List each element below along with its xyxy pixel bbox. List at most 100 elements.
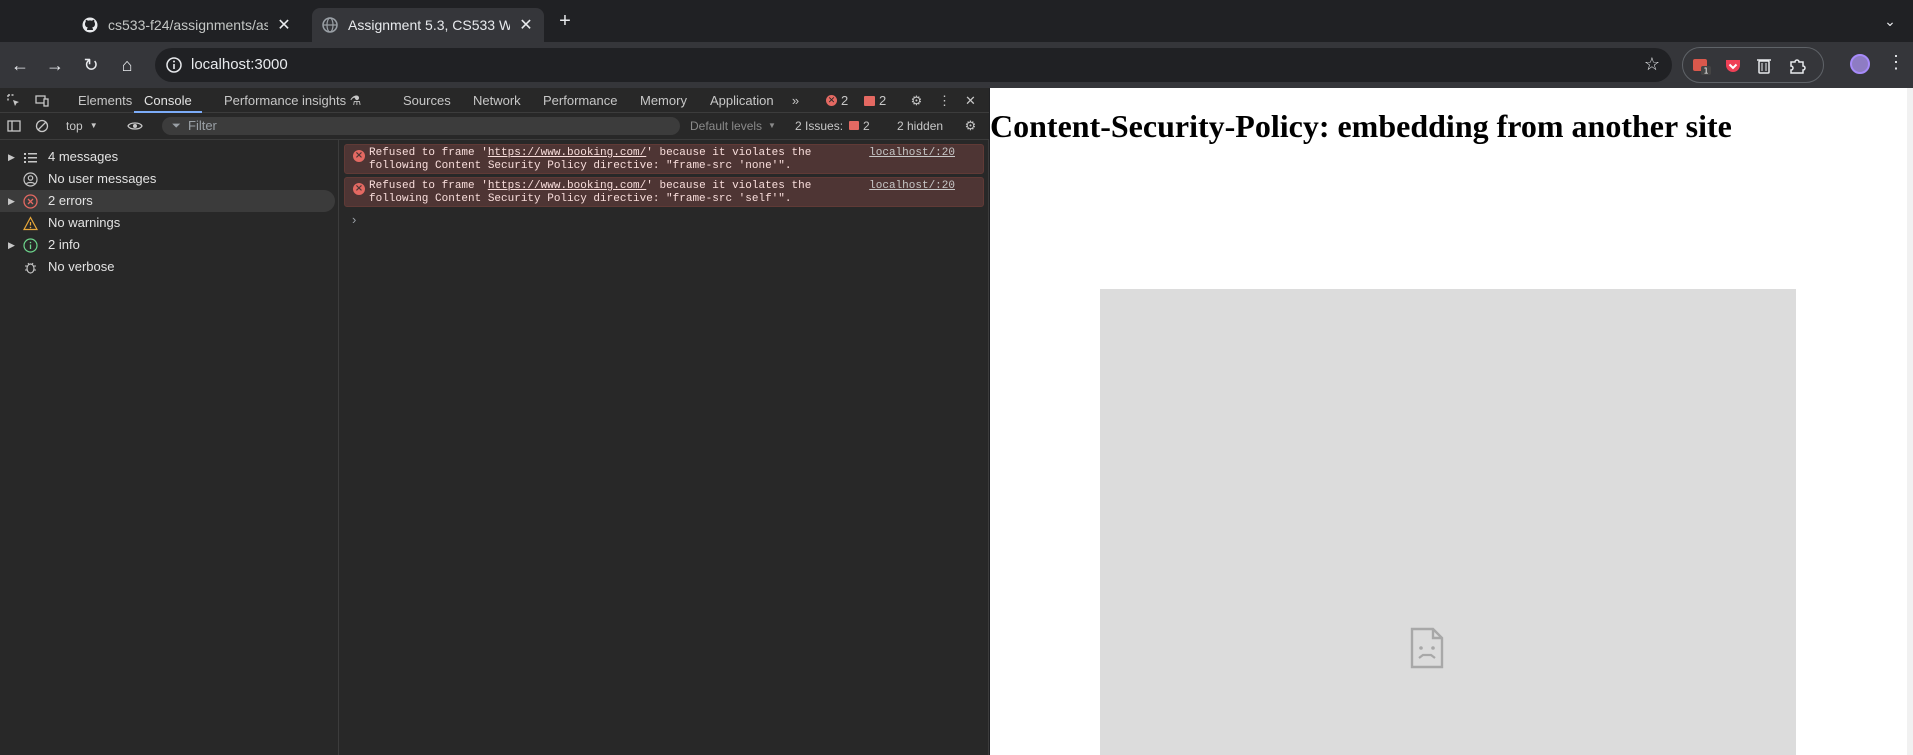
reload-icon[interactable]: ↻ <box>78 52 104 78</box>
github-icon <box>82 17 98 33</box>
settings-gear-icon[interactable]: ⚙ <box>908 92 925 109</box>
browser-toolbar: ← → ↻ ⌂ localhost:3000 ☆ 1 ⋮ <box>0 42 1913 88</box>
log-levels-dropdown[interactable]: Default levels ▼ <box>690 117 780 134</box>
extension-badge-count: 1 <box>1703 67 1708 76</box>
devtools-tab-bar: Elements Console Performance insights ⚗ … <box>0 88 989 113</box>
bookmark-star-icon[interactable]: ☆ <box>1644 54 1660 75</box>
tab-title: cs533-f24/assignments/assig <box>108 17 268 33</box>
issues-label: 2 Issues: <box>795 118 844 133</box>
error-icon: ✕ <box>826 95 837 106</box>
page-scrollbar[interactable] <box>1907 88 1913 755</box>
filter-input[interactable]: ⏷ Filter <box>162 117 680 135</box>
sidebar-toggle-icon[interactable] <box>5 117 22 134</box>
devtools-kebab-icon[interactable]: ⋮ <box>936 92 953 109</box>
tab-title: Assignment 5.3, CS533 Web <box>348 17 510 33</box>
tab-assignment[interactable]: Assignment 5.3, CS533 Web ✕ <box>312 8 544 42</box>
console-sidebar: ▶ 4 messages No user messages ▶ 2 errors… <box>0 140 339 755</box>
sidebar-item-messages[interactable]: ▶ 4 messages <box>0 146 335 168</box>
close-devtools-icon[interactable]: ✕ <box>962 92 979 109</box>
device-toolbar-icon[interactable] <box>33 92 50 109</box>
tab-search-chevron-icon[interactable]: ⌄ <box>1879 10 1901 32</box>
tab-performance[interactable]: Performance <box>543 88 617 113</box>
hidden-count: 2 hidden <box>897 118 944 133</box>
back-arrow-icon[interactable]: ← <box>7 52 33 78</box>
tab-memory[interactable]: Memory <box>640 88 687 113</box>
dropdown-arrow-icon: ▼ <box>89 121 98 130</box>
sidebar-item-errors[interactable]: ▶ 2 errors <box>0 190 335 212</box>
blocked-iframe <box>1100 289 1796 755</box>
message-source-link[interactable]: localhost/:20 <box>869 147 955 159</box>
sidebar-item-verbose[interactable]: No verbose <box>0 256 335 278</box>
new-tab-button[interactable]: + <box>554 10 576 32</box>
address-bar[interactable]: localhost:3000 ☆ <box>155 48 1672 82</box>
puzzle-extensions-icon[interactable] <box>1787 56 1807 76</box>
filter-placeholder: Filter <box>188 118 217 133</box>
clear-console-icon[interactable] <box>33 117 50 134</box>
issue-flag-icon <box>849 121 860 130</box>
message-source-link[interactable]: localhost/:20 <box>869 180 955 192</box>
extensions-group: 1 <box>1682 47 1824 83</box>
issue-counter[interactable]: 2 <box>864 92 886 109</box>
error-icon: × <box>353 183 365 195</box>
live-expression-eye-icon[interactable] <box>126 117 143 134</box>
message-text: ' because it violates the <box>646 180 812 192</box>
filter-funnel-icon: ⏷ <box>172 120 181 132</box>
web-page-viewport: Content-Security-Policy: embedding from … <box>990 88 1913 755</box>
tab-elements[interactable]: Elements <box>78 88 132 113</box>
forward-arrow-icon[interactable]: → <box>42 52 68 78</box>
expand-arrow-icon[interactable]: ▶ <box>8 146 15 168</box>
sidebar-item-user-messages[interactable]: No user messages <box>0 168 335 190</box>
error-count: 2 <box>841 93 849 108</box>
url-text: localhost:3000 <box>191 56 288 73</box>
pocket-icon[interactable] <box>1723 56 1743 76</box>
context-selector[interactable]: top ▼ <box>66 117 110 134</box>
more-tabs-chevron-icon[interactable]: » <box>787 92 804 109</box>
expand-arrow-icon[interactable]: ▶ <box>8 234 15 256</box>
error-icon: × <box>353 150 365 162</box>
console-error-message[interactable]: × Refused to frame 'https://www.booking.… <box>344 144 984 174</box>
message-link[interactable]: https://www.booking.com/ <box>488 147 646 159</box>
console-error-message[interactable]: × Refused to frame 'https://www.booking.… <box>344 177 984 207</box>
sidebar-item-label: No warnings <box>48 215 121 230</box>
tab-strip: cs533-f24/assignments/assig ✕ Assignment… <box>0 0 1913 42</box>
info-icon[interactable] <box>165 56 183 74</box>
profile-avatar[interactable] <box>1850 54 1870 74</box>
sidebar-item-info[interactable]: ▶ 2 info <box>0 234 335 256</box>
bug-icon <box>25 262 36 274</box>
close-icon[interactable]: ✕ <box>276 17 292 34</box>
expand-arrow-icon[interactable]: ▶ <box>8 190 15 212</box>
flask-icon: ⚗ <box>349 92 362 108</box>
sidebar-item-label: 2 info <box>48 237 80 252</box>
context-value: top <box>66 118 83 133</box>
tab-application[interactable]: Application <box>710 88 774 113</box>
tab-performance-insights[interactable]: Performance insights <box>224 88 346 113</box>
console-toolbar: top ▼ ⏷ Filter Default levels ▼ 2 Issues… <box>0 113 989 140</box>
sidebar-item-warnings[interactable]: No warnings <box>0 212 335 234</box>
tab-github[interactable]: cs533-f24/assignments/assig ✕ <box>72 8 302 42</box>
home-icon[interactable]: ⌂ <box>114 52 140 78</box>
user-icon <box>23 172 38 187</box>
sad-page-icon <box>1410 627 1444 669</box>
issues-button[interactable]: 2 Issues: 2 <box>795 117 870 134</box>
sidebar-item-label: 4 messages <box>48 149 119 164</box>
message-link[interactable]: https://www.booking.com/ <box>488 180 646 192</box>
message-text: ' because it violates the <box>646 147 812 159</box>
tab-console[interactable]: Console <box>134 88 202 113</box>
message-text: Refused to frame ' <box>369 180 488 192</box>
kebab-menu-icon[interactable]: ⋮ <box>1887 52 1905 73</box>
dropdown-arrow-icon: ▼ <box>768 121 776 130</box>
console-settings-gear-icon[interactable]: ⚙ <box>962 117 979 134</box>
trash-icon[interactable] <box>1754 56 1774 76</box>
tab-sources[interactable]: Sources <box>403 88 451 113</box>
tab-network[interactable]: Network <box>473 88 521 113</box>
message-line: following Content Security Policy direct… <box>369 160 792 172</box>
info-icon <box>23 238 38 253</box>
close-icon[interactable]: ✕ <box>518 17 534 34</box>
extension-badge-icon[interactable]: 1 <box>1692 56 1712 76</box>
error-counter[interactable]: ✕ 2 <box>826 92 848 109</box>
devtools-panel: Elements Console Performance insights ⚗ … <box>0 88 989 755</box>
inspect-element-icon[interactable] <box>5 92 22 109</box>
message-text: Refused to frame ' <box>369 147 488 159</box>
console-prompt[interactable]: › <box>352 212 356 227</box>
message-line: Refused to frame 'https://www.booking.co… <box>369 180 811 192</box>
